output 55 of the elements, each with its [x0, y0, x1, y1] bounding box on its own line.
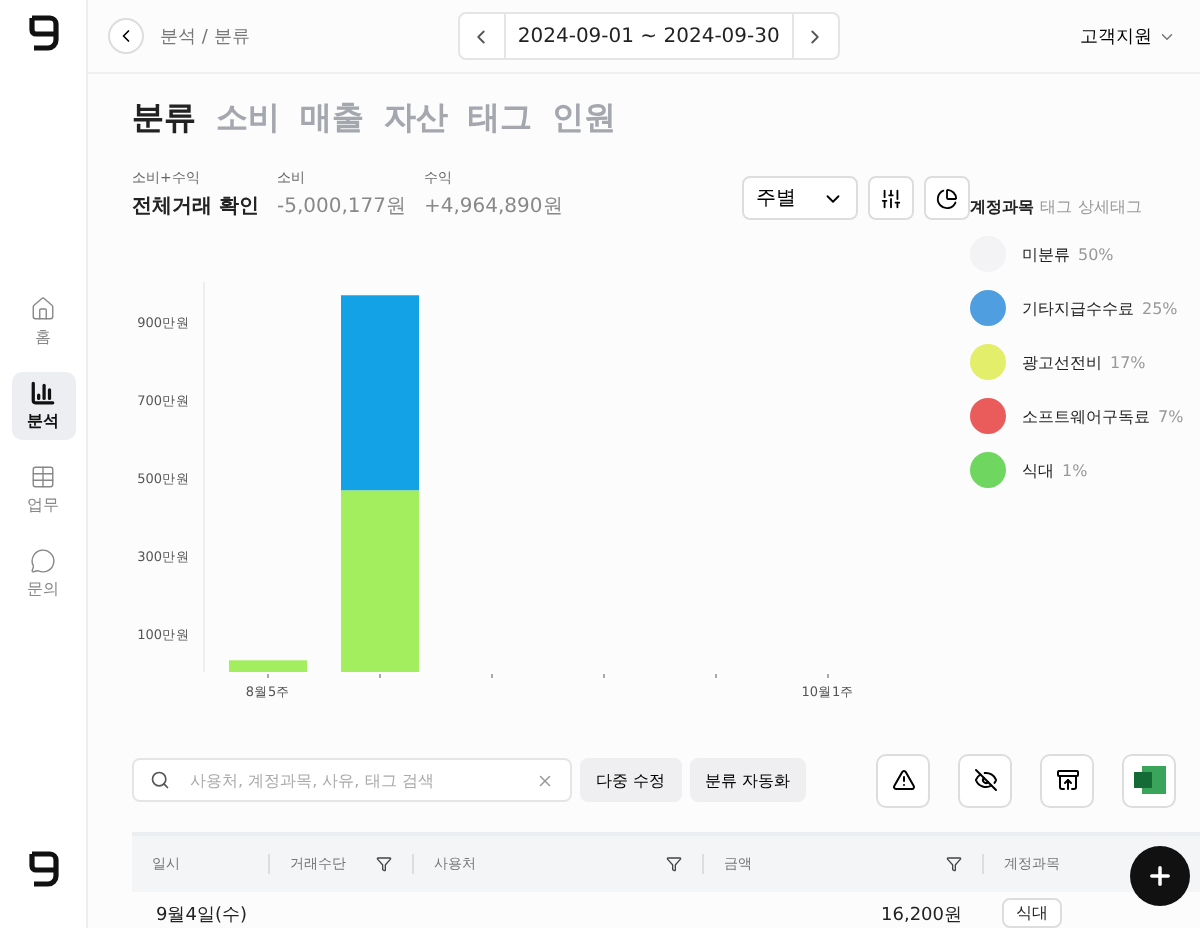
category-percent: 50% [1078, 245, 1114, 263]
nav-item[interactable]: 문의 [11, 540, 75, 608]
category-percent: 17% [1110, 353, 1146, 371]
logo-icon [25, 12, 61, 52]
bar [229, 660, 307, 672]
category-percent: 1% [1062, 461, 1088, 479]
nav-item[interactable]: 업무 [11, 456, 75, 524]
date-range[interactable]: 2024-09-01 ~ 2024-09-30 [503, 14, 794, 58]
summary-amount: -5,000,177원 [276, 194, 406, 220]
spreadsheet-button[interactable] [1122, 753, 1176, 807]
table-cell-text: 9월4일(수) [154, 904, 249, 928]
nav-item[interactable]: 분석 [11, 372, 75, 440]
breakdown-tab[interactable]: 계정과목 [970, 196, 1034, 218]
eye-off-icon [973, 768, 997, 792]
warning-icon [891, 768, 915, 792]
summary-amount: +4,964,890원 [424, 194, 563, 220]
archive-icon [1055, 768, 1079, 792]
spreadsheet-icon [1133, 766, 1165, 794]
search-icon [150, 770, 170, 790]
action-button[interactable]: 분류 자동화 [689, 758, 807, 802]
search-field[interactable]: 사용처, 계정과목, 사유, 태그 검색 [186, 769, 520, 791]
bar-chart-icon [30, 380, 56, 406]
filter-icon[interactable] [376, 856, 392, 872]
pie-chart-icon [936, 187, 958, 209]
category-label: 광고선전비 [1022, 351, 1102, 373]
speech-bubble-icon [30, 548, 56, 574]
summary-link[interactable]: 전체거래 확인 [132, 192, 259, 220]
sliders-icon [880, 187, 902, 209]
period-select[interactable]: 주별 [742, 176, 858, 220]
logo-icon [25, 848, 61, 888]
category-label: 식대 [1022, 459, 1054, 481]
breadcrumb: 분석 / 분류 [160, 25, 250, 49]
pie-chart-button[interactable] [924, 176, 970, 220]
clear-icon[interactable] [536, 771, 554, 789]
category-label: 기타지급수수료 [1022, 297, 1134, 319]
table-icon [30, 464, 56, 490]
filter-icon[interactable] [946, 856, 962, 872]
hide-button[interactable] [958, 753, 1012, 807]
home-icon [30, 296, 56, 322]
category-percent: 25% [1142, 299, 1178, 317]
nav-item[interactable]: 홈 [11, 288, 75, 356]
tab[interactable]: 분류 [132, 98, 196, 140]
category-label: 소프트웨어구독료 [1022, 405, 1150, 427]
category-label: 미분류 [1022, 243, 1070, 265]
table-cell-text: 16,200원 [879, 904, 964, 928]
warning-button[interactable] [876, 753, 930, 807]
search-box[interactable]: 사용처, 계정과목, 사유, 태그 검색 [132, 758, 572, 802]
filter-icon[interactable] [666, 856, 682, 872]
category-percent: 7% [1158, 407, 1184, 425]
support-menu[interactable]: 고객지원 [1079, 23, 1176, 49]
action-button[interactable]: 다중 수정 [580, 758, 682, 802]
archive-button[interactable] [1040, 753, 1094, 807]
account-chip[interactable]: 식대 [1002, 898, 1062, 928]
plus-icon [1146, 862, 1174, 890]
filter-settings-button[interactable] [868, 176, 914, 220]
